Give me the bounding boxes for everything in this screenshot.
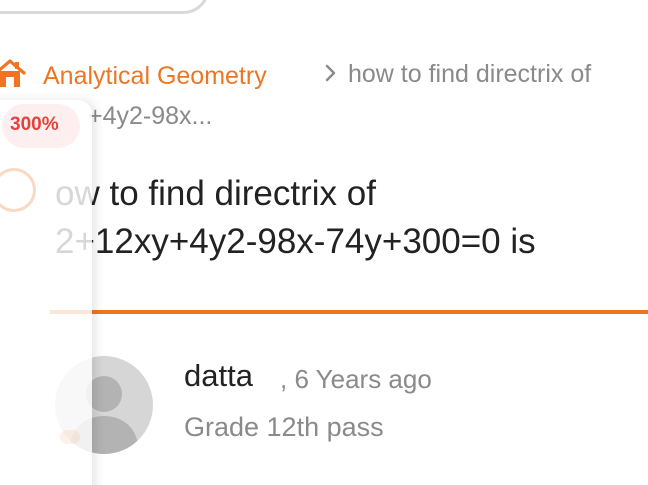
- widget-indicator: [60, 430, 80, 444]
- chevron-right-icon: [320, 62, 342, 84]
- breadcrumb-category-link[interactable]: Analytical Geometry: [43, 62, 267, 91]
- home-icon[interactable]: [0, 58, 26, 90]
- author-name[interactable]: datta: [184, 358, 253, 394]
- post-age: , 6 Years ago: [280, 364, 432, 394]
- page: Analytical Geometry how to find directri…: [0, 0, 648, 485]
- question-title-continued: 2+12xy+4y2-98x-74y+300=0 is: [55, 222, 536, 261]
- floating-side-widget: [0, 100, 92, 485]
- search-box[interactable]: [0, 0, 210, 14]
- zoom-level-badge[interactable]: 300%: [10, 114, 59, 136]
- breadcrumb-current-continued: +4y2-98x...: [88, 102, 213, 130]
- question-title: ow to find directrix of: [55, 174, 376, 213]
- breadcrumb: Analytical Geometry how to find directri…: [0, 58, 648, 138]
- breadcrumb-current: how to find directrix of: [348, 60, 592, 88]
- section-divider: [50, 310, 648, 314]
- author-grade: Grade 12th pass: [184, 412, 384, 442]
